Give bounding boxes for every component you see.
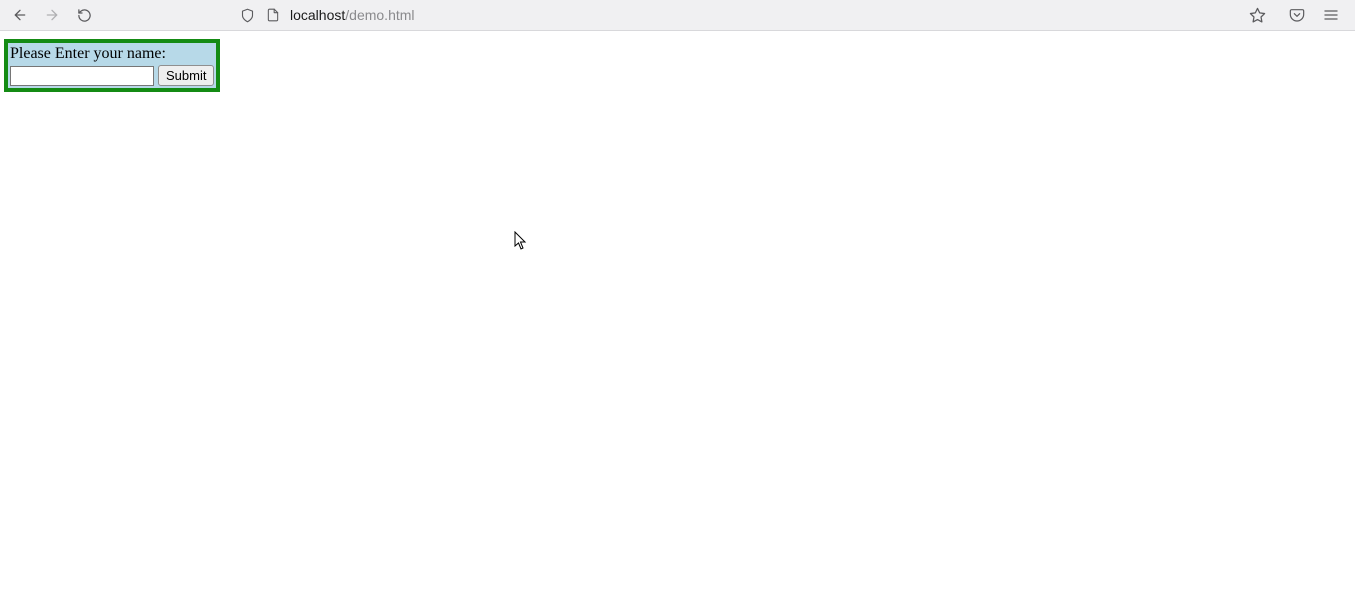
arrow-right-icon [44,7,60,23]
shield-icon[interactable] [238,6,256,24]
pocket-icon [1289,7,1305,23]
toolbar-right-icons [1287,5,1341,25]
bookmark-star-button[interactable] [1247,5,1267,25]
forward-button[interactable] [40,3,64,27]
url-path: /demo.html [345,7,414,23]
name-form: Please Enter your name: Submit [4,39,220,92]
pocket-button[interactable] [1287,5,1307,25]
star-icon [1249,7,1266,24]
app-menu-button[interactable] [1321,5,1341,25]
name-input[interactable] [10,66,154,86]
page-icon [264,6,282,24]
reload-icon [77,8,92,23]
url-text: localhost/demo.html [290,7,415,23]
page-content: Please Enter your name: Submit [0,31,1355,593]
hamburger-icon [1323,7,1339,23]
address-bar[interactable]: localhost/demo.html [232,3,1273,27]
form-row: Submit [8,63,216,88]
arrow-left-icon [12,7,28,23]
reload-button[interactable] [72,3,96,27]
name-label: Please Enter your name: [8,43,216,63]
submit-button[interactable]: Submit [158,65,214,86]
url-host: localhost [290,7,345,23]
nav-buttons [8,3,96,27]
back-button[interactable] [8,3,32,27]
browser-toolbar: localhost/demo.html [0,0,1355,31]
cursor-icon [514,231,528,251]
